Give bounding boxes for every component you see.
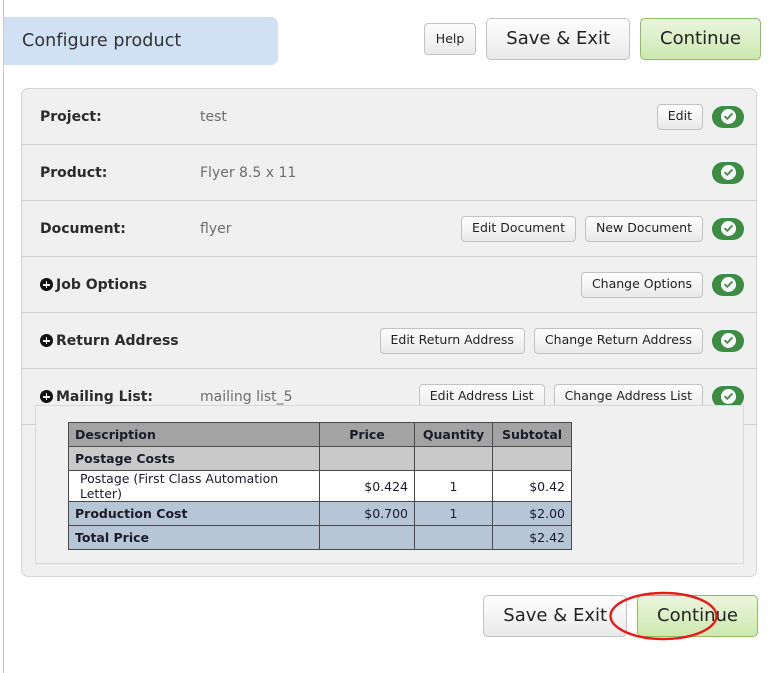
check-icon [720, 277, 736, 292]
row-value-product: Flyer 8.5 x 11 [200, 164, 297, 181]
new-document-button[interactable]: New Document [585, 215, 703, 242]
check-icon [720, 165, 736, 180]
cell-price: $0.424 [319, 470, 415, 502]
status-badge-project[interactable] [712, 105, 744, 128]
row-value-document: flyer [200, 220, 232, 237]
status-badge-return-address[interactable] [712, 329, 744, 352]
row-return-address: Return Address Edit Return Address Chang… [22, 313, 756, 369]
pricing-table: Description Price Quantity Subtotal Post… [68, 422, 572, 550]
row-label-mailing-list-text: Mailing List: [56, 388, 153, 405]
row-actions-product [712, 161, 744, 184]
change-return-address-button[interactable]: Change Return Address [533, 327, 703, 354]
cell-description: Postage Costs [68, 446, 320, 471]
expand-plus-icon[interactable] [40, 390, 53, 403]
check-icon [720, 333, 736, 348]
cell-subtotal: $2.00 [492, 501, 572, 526]
check-icon [720, 389, 736, 404]
row-actions-project: Edit [656, 103, 744, 130]
page-title: Configure product [22, 31, 182, 51]
row-job-options: Job Options Change Options [22, 257, 756, 313]
cell-subtotal: $2.42 [492, 525, 572, 550]
cell-subtotal: $0.42 [492, 470, 572, 502]
cell-quantity: 1 [414, 501, 493, 526]
expand-plus-icon[interactable] [40, 334, 53, 347]
cell-quantity [414, 446, 493, 471]
cell-description: Total Price [68, 525, 320, 550]
table-row: Total Price $2.42 [68, 525, 572, 550]
col-header-subtotal: Subtotal [492, 422, 572, 447]
row-label-product: Product: [40, 165, 200, 181]
configure-product-panel: Project: test Edit Product: Flyer 8.5 x … [21, 88, 757, 577]
row-label-document: Document: [40, 221, 200, 237]
row-label-project-text: Project: [40, 108, 102, 125]
expand-plus-icon[interactable] [40, 278, 53, 291]
row-label-product-text: Product: [40, 164, 108, 181]
cell-subtotal [492, 446, 572, 471]
change-options-button[interactable]: Change Options [580, 271, 703, 298]
help-button[interactable]: Help [423, 23, 477, 55]
cell-quantity: 1 [414, 470, 493, 502]
pricing-summary-box: Description Price Quantity Subtotal Post… [35, 405, 744, 564]
row-document: Document: flyer Edit Document New Docume… [22, 201, 756, 257]
status-badge-job-options[interactable] [712, 273, 744, 296]
cell-description: Production Cost [68, 501, 320, 526]
save-and-exit-button-top[interactable]: Save & Exit [486, 18, 631, 60]
continue-button-top[interactable]: Continue [640, 18, 761, 60]
row-label-document-text: Document: [40, 220, 126, 237]
footer-actions: Save & Exit Continue [483, 591, 758, 641]
row-product: Product: Flyer 8.5 x 11 [22, 145, 756, 201]
cell-price: $0.700 [319, 501, 415, 526]
row-value-project: test [200, 108, 227, 125]
row-actions-job-options: Change Options [580, 271, 744, 298]
row-label-return-address-text: Return Address [56, 332, 179, 349]
left-edge-rule [3, 0, 4, 673]
cell-price [319, 525, 415, 550]
status-badge-document[interactable] [712, 217, 744, 240]
cell-price [319, 446, 415, 471]
row-label-project: Project: [40, 109, 200, 125]
page-title-tab: Configure product [4, 17, 278, 65]
save-and-exit-button-bottom[interactable]: Save & Exit [483, 595, 628, 637]
row-actions-return-address: Edit Return Address Change Return Addres… [379, 327, 744, 354]
continue-button-bottom-wrap: Continue [609, 591, 758, 641]
col-header-price: Price [319, 422, 415, 447]
row-label-mailing-list[interactable]: Mailing List: [40, 389, 200, 405]
row-project: Project: test Edit [22, 89, 756, 145]
col-header-description: Description [68, 422, 320, 447]
table-header-row: Description Price Quantity Subtotal [68, 422, 572, 447]
table-row: Postage (First Class Automation Letter) … [68, 470, 572, 502]
row-value-mailing-list: mailing list_5 [200, 388, 293, 405]
edit-project-button[interactable]: Edit [656, 103, 703, 130]
app-root: Configure product Help Save & Exit Conti… [0, 0, 779, 673]
check-icon [720, 221, 736, 236]
col-header-quantity: Quantity [414, 422, 493, 447]
table-row: Postage Costs [68, 446, 572, 471]
row-actions-document: Edit Document New Document [461, 215, 744, 242]
edit-return-address-button[interactable]: Edit Return Address [379, 327, 525, 354]
row-label-job-options[interactable]: Job Options [40, 277, 200, 293]
edit-document-button[interactable]: Edit Document [461, 215, 576, 242]
check-icon [720, 109, 736, 124]
table-row: Production Cost $0.700 1 $2.00 [68, 501, 572, 526]
continue-button-bottom[interactable]: Continue [637, 595, 758, 637]
header-actions: Help Save & Exit Continue [423, 18, 761, 60]
row-label-return-address[interactable]: Return Address [40, 333, 200, 349]
row-label-job-options-text: Job Options [56, 276, 148, 293]
cell-description: Postage (First Class Automation Letter) [68, 470, 320, 502]
cell-quantity [414, 525, 493, 550]
status-badge-product[interactable] [712, 161, 744, 184]
